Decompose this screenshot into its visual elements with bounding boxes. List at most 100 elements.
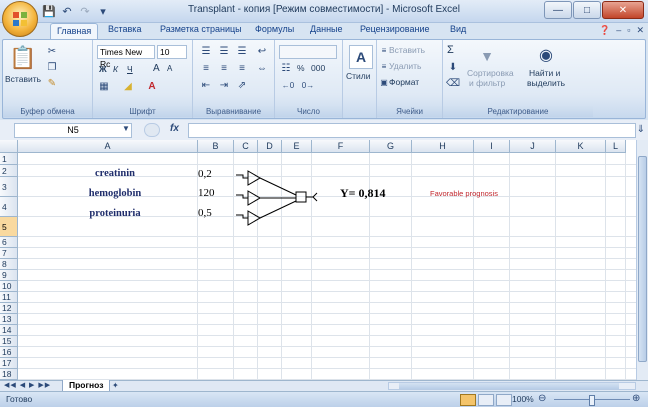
minimize-button[interactable]: —: [544, 1, 572, 19]
cell-a5-proteinuria-label[interactable]: proteinuria: [60, 208, 170, 219]
column-header-d[interactable]: D: [258, 140, 282, 153]
tab-home[interactable]: Главная: [50, 23, 99, 40]
name-box[interactable]: N5: [14, 123, 132, 138]
cell-a4-hemoglobin-label[interactable]: hemoglobin: [60, 188, 170, 199]
font-color-icon[interactable]: A: [145, 80, 159, 92]
row-header-11[interactable]: 11: [0, 292, 18, 303]
row-header-18[interactable]: 18: [0, 369, 18, 380]
insert-cells-icon[interactable]: ≡: [379, 44, 389, 56]
result-output[interactable]: Y= 0,814: [340, 186, 386, 201]
decrease-decimal-icon[interactable]: 0→: [301, 79, 315, 91]
column-header-j[interactable]: J: [510, 140, 556, 153]
column-header-g[interactable]: G: [370, 140, 412, 153]
page-layout-view-icon[interactable]: [478, 394, 494, 406]
column-header-b[interactable]: B: [198, 140, 234, 153]
align-center-icon[interactable]: ≡: [217, 62, 231, 74]
row-header-14[interactable]: 14: [0, 325, 18, 336]
horizontal-scroll-thumb[interactable]: [399, 383, 619, 389]
zoom-level[interactable]: 100%: [512, 394, 534, 404]
merge-center-icon[interactable]: ⇔: [255, 62, 269, 74]
insert-cells-button[interactable]: Вставить: [389, 45, 425, 55]
find-select-label-2[interactable]: выделить: [527, 78, 565, 88]
row-header-5[interactable]: 5: [0, 217, 18, 237]
worksheet-grid[interactable]: ABCDEFGHIJKL 1 2 3 4 5 6 7 8 9 10 11 12 13 14 15 16 17 18…: [0, 140, 648, 380]
column-header-h[interactable]: H: [412, 140, 474, 153]
row-header-8[interactable]: 8: [0, 259, 18, 270]
underline-button[interactable]: Ч: [127, 64, 133, 74]
copy-icon[interactable]: ❐: [45, 60, 59, 74]
row-header-1[interactable]: 1: [0, 153, 18, 165]
increase-indent-icon[interactable]: ⇥: [217, 79, 231, 91]
currency-icon[interactable]: ☷: [279, 62, 293, 74]
decrease-indent-icon[interactable]: ⇤: [199, 79, 213, 91]
vertical-scroll-thumb[interactable]: [638, 156, 647, 362]
undo-icon[interactable]: ↶: [60, 4, 74, 18]
wrap-text-icon[interactable]: ↩: [255, 45, 269, 57]
row-header-6[interactable]: 6: [0, 237, 18, 248]
row-header-10[interactable]: 10: [0, 281, 18, 292]
close-button[interactable]: ✕: [602, 1, 644, 19]
column-header-i[interactable]: I: [474, 140, 510, 153]
cell-a3-creatinin-label[interactable]: creatinin: [60, 168, 170, 179]
tab-page-layout[interactable]: Разметка страницы: [160, 24, 242, 38]
orientation-icon[interactable]: ⇗: [235, 79, 249, 91]
cell-b4-hemoglobin-value[interactable]: 120: [198, 187, 215, 199]
delete-cells-icon[interactable]: ≡: [379, 60, 389, 72]
align-top-icon[interactable]: ☰: [199, 45, 213, 57]
insert-function-button[interactable]: fx: [170, 123, 179, 134]
cell-b5-proteinuria-value[interactable]: 0,5: [198, 207, 212, 219]
fill-icon[interactable]: ⬇: [447, 61, 459, 73]
insert-function-circle[interactable]: [144, 123, 160, 137]
row-header-2[interactable]: 2: [0, 165, 18, 177]
borders-icon[interactable]: ▦: [97, 80, 111, 92]
normal-view-icon[interactable]: [460, 394, 476, 406]
find-binoculars-icon[interactable]: ◉: [535, 44, 557, 66]
redo-icon[interactable]: ↷: [78, 4, 92, 18]
row-header-12[interactable]: 12: [0, 303, 18, 314]
row-header-16[interactable]: 16: [0, 347, 18, 358]
zoom-out-icon[interactable]: ⊖: [538, 393, 546, 404]
paste-button[interactable]: Вставить: [5, 74, 41, 84]
customize-toolbar-icon[interactable]: ▾: [96, 4, 110, 18]
zoom-slider-thumb[interactable]: [589, 395, 595, 406]
zoom-in-icon[interactable]: ⊕: [632, 393, 640, 404]
ribbon-restore-icon[interactable]: ▫: [627, 25, 630, 36]
paste-icon[interactable]: 📋: [9, 44, 37, 72]
align-left-icon[interactable]: ≡: [199, 62, 213, 74]
increase-decimal-icon[interactable]: ←0: [281, 79, 295, 91]
tab-data[interactable]: Данные: [310, 24, 343, 38]
tab-formulas[interactable]: Формулы: [255, 24, 294, 38]
column-header-e[interactable]: E: [282, 140, 312, 153]
font-size-select[interactable]: 10: [157, 45, 187, 59]
ribbon-minimize-icon[interactable]: –: [616, 25, 621, 36]
thousands-button[interactable]: 000: [311, 63, 325, 73]
bold-button[interactable]: Ж: [99, 64, 107, 74]
save-icon[interactable]: 💾: [42, 4, 56, 18]
delete-cells-button[interactable]: Удалить: [389, 61, 421, 71]
column-header-a[interactable]: A: [18, 140, 198, 153]
horizontal-scrollbar[interactable]: [388, 382, 636, 390]
cut-icon[interactable]: ✂: [45, 44, 59, 58]
autosum-button[interactable]: Σ: [447, 44, 454, 56]
format-painter-icon[interactable]: ✎: [45, 76, 59, 90]
format-cells-icon[interactable]: ▣: [379, 76, 389, 88]
sort-filter-icon[interactable]: ▼: [477, 46, 497, 66]
page-break-view-icon[interactable]: [496, 394, 512, 406]
sort-filter-label-2[interactable]: и фильтр: [469, 78, 505, 88]
prognosis-text[interactable]: Favorable prognosis: [430, 189, 498, 198]
ribbon-close-icon[interactable]: ✕: [636, 25, 644, 36]
row-header-7[interactable]: 7: [0, 248, 18, 259]
sheet-nav-icon[interactable]: ◀◀ ◀ ▶ ▶▶: [4, 381, 51, 389]
tab-review[interactable]: Рецензирование: [360, 24, 430, 38]
styles-button[interactable]: Стили: [346, 71, 371, 81]
cell-b3-creatinin-value[interactable]: 0,2: [198, 168, 212, 180]
styles-icon[interactable]: A: [349, 45, 373, 69]
fill-color-icon[interactable]: ◢: [121, 80, 135, 92]
insert-sheet-icon[interactable]: ✦: [112, 381, 128, 391]
column-header-l[interactable]: L: [606, 140, 626, 153]
align-right-icon[interactable]: ≡: [235, 62, 249, 74]
row-header-15[interactable]: 15: [0, 336, 18, 347]
clear-icon[interactable]: ⌫: [446, 77, 460, 89]
column-header-c[interactable]: C: [234, 140, 258, 153]
help-icon[interactable]: ❓: [599, 25, 610, 36]
